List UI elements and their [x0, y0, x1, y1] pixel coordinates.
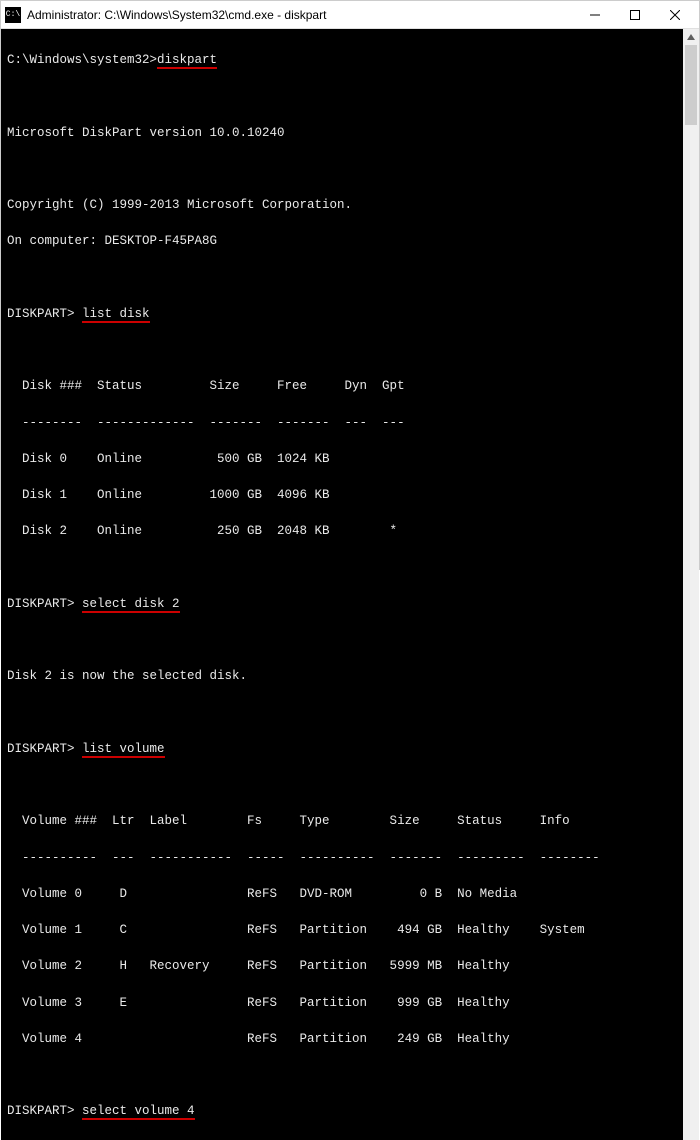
vol-header: Volume ### Ltr Label Fs Type Size Status…: [7, 812, 677, 830]
cmd-select-volume: select volume 4: [82, 1104, 195, 1120]
table-row: Volume 3 E ReFS Partition 999 GB Healthy: [7, 994, 677, 1012]
table-row: Disk 2 Online 250 GB 2048 KB *: [7, 522, 677, 540]
console-area: C:\Windows\system32>diskpart Microsoft D…: [1, 29, 699, 1140]
cmd-prompt: C:\Windows\system32>: [7, 53, 157, 67]
minimize-button[interactable]: [575, 1, 615, 29]
disk-header: Disk ### Status Size Free Dyn Gpt: [7, 377, 677, 395]
copyright-line: Copyright (C) 1999-2013 Microsoft Corpor…: [7, 196, 677, 214]
table-row: Disk 0 Online 500 GB 1024 KB: [7, 450, 677, 468]
scroll-up-icon[interactable]: [683, 29, 699, 45]
scrollbar[interactable]: [683, 29, 699, 1140]
cmd-diskpart: diskpart: [157, 53, 217, 69]
computer-line: On computer: DESKTOP-F45PA8G: [7, 232, 677, 250]
app-icon: C:\: [5, 7, 21, 23]
close-button[interactable]: [655, 1, 695, 29]
table-row: Volume 4 ReFS Partition 249 GB Healthy: [7, 1030, 677, 1048]
table-row: Volume 0 D ReFS DVD-ROM 0 B No Media: [7, 885, 677, 903]
vol-divider: ---------- --- ----------- ----- -------…: [7, 849, 677, 867]
table-row: Volume 2 H Recovery ReFS Partition 5999 …: [7, 957, 677, 975]
diskpart-prompt: DISKPART>: [7, 307, 82, 321]
cmd-list-disk: list disk: [82, 307, 150, 323]
cmd-list-volume: list volume: [82, 742, 165, 758]
diskpart-prompt: DISKPART>: [7, 1104, 82, 1118]
version-line: Microsoft DiskPart version 10.0.10240: [7, 124, 677, 142]
diskpart-prompt: DISKPART>: [7, 597, 82, 611]
window-controls: [575, 1, 695, 29]
diskpart-prompt: DISKPART>: [7, 742, 82, 756]
titlebar[interactable]: C:\ Administrator: C:\Windows\System32\c…: [1, 1, 699, 29]
cmd-select-disk: select disk 2: [82, 597, 180, 613]
window-title: Administrator: C:\Windows\System32\cmd.e…: [27, 8, 575, 22]
disk-divider: -------- ------------- ------- ------- -…: [7, 414, 677, 432]
scroll-thumb[interactable]: [685, 45, 697, 125]
maximize-button[interactable]: [615, 1, 655, 29]
table-row: Disk 1 Online 1000 GB 4096 KB: [7, 486, 677, 504]
table-row: Volume 1 C ReFS Partition 494 GB Healthy…: [7, 921, 677, 939]
cmd-window: C:\ Administrator: C:\Windows\System32\c…: [0, 0, 700, 570]
console-output[interactable]: C:\Windows\system32>diskpart Microsoft D…: [1, 29, 683, 1140]
select-disk-msg: Disk 2 is now the selected disk.: [7, 667, 677, 685]
